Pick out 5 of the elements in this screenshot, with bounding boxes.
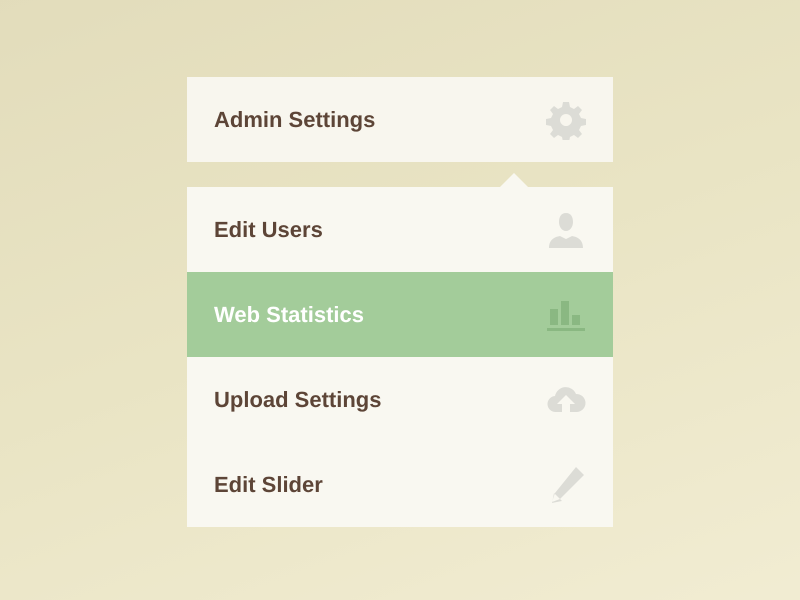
menu-item[interactable]: Edit Users [187,187,613,272]
gear-icon[interactable] [546,100,586,140]
header-title: Admin Settings [214,106,376,134]
menu-item[interactable]: Edit Slider [187,442,613,527]
menu-item[interactable]: Upload Settings [187,357,613,442]
